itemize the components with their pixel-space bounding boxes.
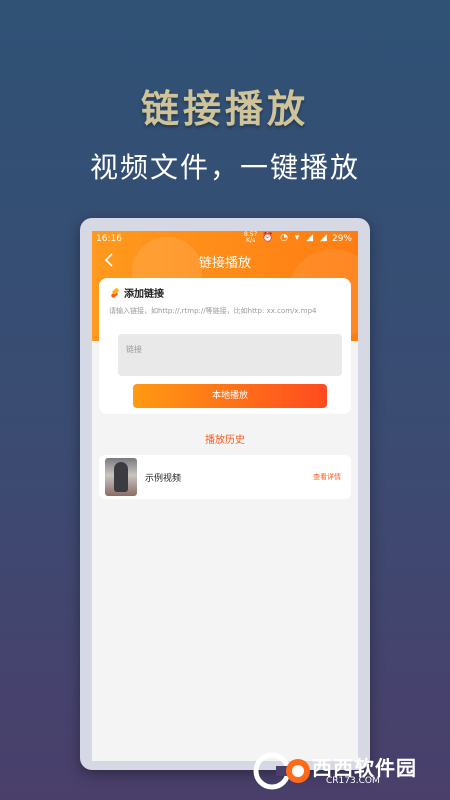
link-icon (111, 287, 119, 298)
local-play-button[interactable]: 本地播放 (133, 384, 327, 408)
link-input[interactable]: 链接 (118, 334, 342, 376)
history-title: 播放历史 (205, 435, 245, 446)
status-bar: 16:16 8.57 K/s ⏰ ◔ ▾ ◢ ◢ 29% (92, 231, 358, 247)
history-item-label: 示例视频 (145, 474, 182, 484)
video-thumbnail (105, 458, 137, 496)
link-input-placeholder: 链接 (126, 345, 142, 354)
page-title: 链接播放 (198, 256, 251, 271)
app-screen: 16:16 8.57 K/s ⏰ ◔ ▾ ◢ ◢ 29% 链接播放 添加链接 请… (92, 231, 358, 761)
add-link-title: 添加链接 (124, 289, 164, 300)
watermark-logo: 西西软件园 CR173.COM (250, 748, 440, 794)
battery-level: 29% (331, 234, 352, 244)
add-link-heading: 添加链接 (109, 285, 164, 300)
thumbnail-figure (114, 462, 128, 492)
history-item[interactable]: 示例视频 查看详情 (99, 455, 351, 499)
network-speed: 8.57 K/s (244, 232, 257, 244)
network-speed-unit: K/s (246, 237, 256, 244)
hero-subtitle: 视频文件，一键播放 (89, 151, 360, 184)
add-link-card: 添加链接 请输入链接，如http://,rtmp://等链接，比如http: x… (99, 278, 351, 414)
phone-frame: 16:16 8.57 K/s ⏰ ◔ ▾ ◢ ◢ 29% 链接播放 添加链接 请… (80, 218, 370, 770)
watermark-emblem (253, 752, 310, 790)
status-icons: ⏰ ◔ ▾ ◢ ◢ (262, 233, 329, 243)
view-details-link[interactable]: 查看详情 (313, 472, 341, 482)
hero-title: 链接播放 (140, 86, 309, 131)
link-hint: 请输入链接，如http://,rtmp://等链接，比如http: xx.com… (109, 307, 317, 315)
status-time: 16:16 (96, 234, 122, 244)
watermark-url: CR173.COM (326, 776, 380, 786)
